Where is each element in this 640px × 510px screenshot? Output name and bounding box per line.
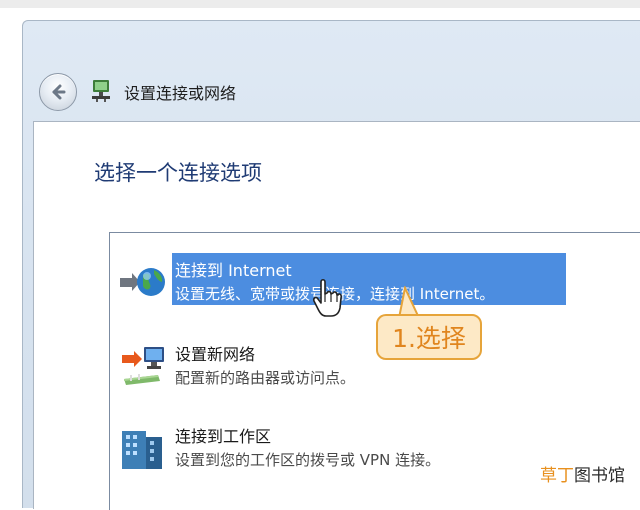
workplace-building-icon [122, 431, 162, 469]
watermark-part1: 草丁 [540, 466, 574, 486]
back-button[interactable] [39, 73, 77, 111]
option-title: 连接到 Internet [175, 261, 292, 280]
option-description: 设置到您的工作区的拨号或 VPN 连接。 [175, 451, 441, 469]
globe-network-icon [120, 268, 165, 296]
callout-label: 1.选择 [376, 314, 482, 360]
back-arrow-icon [52, 84, 66, 100]
network-setup-icon [92, 80, 110, 102]
watermark-part2: 图书馆 [574, 466, 625, 486]
option-setup-new-network[interactable]: 设置新网络 配置新的路由器或访问点。 [110, 337, 640, 397]
window-title: 设置连接或网络 [124, 84, 237, 103]
router-computer-icon [122, 347, 164, 385]
option-title: 连接到工作区 [175, 427, 272, 446]
option-description: 配置新的路由器或访问点。 [175, 369, 356, 387]
watermark: 草丁图书馆 [540, 461, 625, 486]
dialog-window: 设置连接或网络 选择一个连接选项 连接到 Internet 设置无线、宽带或拨号… [22, 20, 640, 510]
top-strip [0, 0, 640, 8]
callout-text: 1.选择 [392, 324, 466, 353]
page-title: 选择一个连接选项 [94, 161, 262, 185]
hand-cursor-icon [313, 278, 342, 317]
option-connect-internet[interactable]: 连接到 Internet 设置无线、宽带或拨号连接，连接到 Internet。 [110, 253, 640, 313]
option-title: 设置新网络 [175, 345, 256, 364]
